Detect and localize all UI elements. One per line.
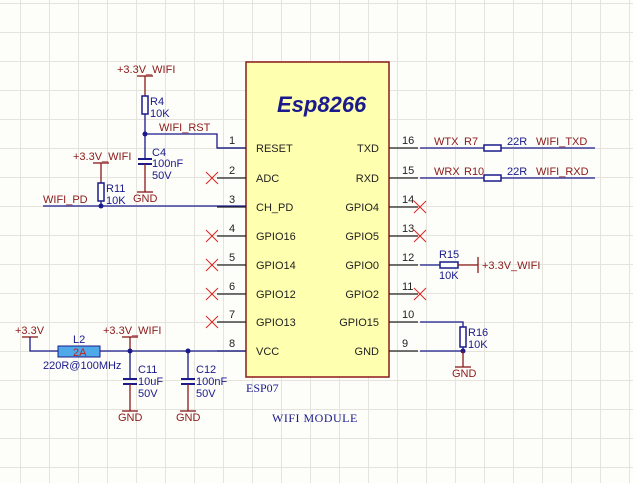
- gnd-label: GND: [452, 368, 477, 380]
- net-wrx: WRX: [434, 166, 460, 178]
- pin-name: GPIO12: [256, 289, 296, 301]
- l2-value: 220R@100MHz: [43, 360, 121, 372]
- power-label: +3.3V_WIFI: [103, 325, 161, 337]
- pin-name: VCC: [256, 346, 279, 358]
- r4-value: 10K: [150, 108, 170, 120]
- pin-number: 12: [402, 252, 414, 264]
- r7-value: 22R: [507, 136, 527, 148]
- pin-name: GPIO0: [345, 260, 379, 272]
- pin-number: 4: [229, 223, 235, 235]
- gnd-label: GND: [176, 412, 201, 424]
- c12-voltage: 50V: [196, 388, 216, 400]
- vcc-network: +3.3V 2A L2 220R@100MHz +3.3V_WIFI GND C…: [15, 325, 246, 424]
- resistor-r11[interactable]: [97, 182, 105, 202]
- r15-value: 10K: [439, 270, 459, 282]
- c12-ref: C12: [196, 364, 216, 376]
- pin-name: RXD: [356, 173, 379, 185]
- l2-ref: L2: [73, 334, 85, 346]
- power-label: +3.3V_WIFI: [482, 260, 540, 272]
- pin-name: GPIO16: [256, 231, 296, 243]
- reset-network: +3.3V_WIFI R4 10K WIFI_RST GND C4 100nF …: [117, 64, 246, 205]
- pin-number: 1: [229, 135, 235, 147]
- r15-ref: R15: [439, 249, 459, 261]
- l2-rating: 2A: [73, 347, 87, 359]
- gnd-label: GND: [118, 412, 143, 424]
- r16-value: 10K: [468, 339, 488, 351]
- power-label-3v3: +3.3V: [15, 325, 45, 337]
- schematic: Esp8266 ESP07 WIFI MODULE 1 RESET 2 ADC 3 CH_…: [15, 61, 595, 425]
- r7-ref: R7: [464, 136, 478, 148]
- pin-number: 14: [402, 194, 414, 206]
- pin-number: 7: [229, 309, 235, 321]
- pin-number: 10: [402, 309, 414, 321]
- r11-value: 10K: [106, 195, 126, 207]
- pin-name: GPIO13: [256, 317, 296, 329]
- c4-value: 100nF: [152, 158, 183, 170]
- resistor-r4[interactable]: [141, 95, 149, 115]
- pin-number: 11: [402, 281, 413, 293]
- pin-number: 3: [229, 194, 235, 206]
- pin-number: 9: [402, 338, 408, 350]
- pin-number: 2: [229, 165, 235, 177]
- pin-name: GPIO14: [256, 260, 296, 272]
- pin-number: 6: [229, 281, 235, 293]
- resistor-r16[interactable]: [459, 326, 467, 348]
- resistor-r7[interactable]: [483, 144, 502, 152]
- c11-value: 10uF: [138, 376, 163, 388]
- r10-ref: R10: [464, 166, 484, 178]
- chip-part: ESP07: [246, 381, 279, 395]
- resistor-r10[interactable]: [483, 174, 502, 182]
- pin-name: GPIO15: [339, 317, 379, 329]
- net-wifi-rxd: WIFI_RXD: [536, 166, 589, 178]
- r4-ref: R4: [150, 96, 164, 108]
- net-wifi-txd: WIFI_TXD: [536, 136, 587, 148]
- r11-ref: R11: [106, 183, 125, 195]
- pin-name: GPIO4: [345, 202, 379, 214]
- pin-name: GPIO5: [345, 231, 379, 243]
- power-label: +3.3V_WIFI: [117, 64, 175, 76]
- pin-number: 8: [229, 338, 235, 350]
- pin-number: 13: [402, 223, 414, 235]
- c12-value: 100nF: [196, 376, 227, 388]
- c4-voltage: 50V: [152, 170, 172, 182]
- pin-number: 5: [229, 252, 235, 264]
- pin-name: RESET: [256, 143, 293, 155]
- c11-ref: C11: [138, 364, 157, 376]
- pin-name: ADC: [256, 173, 279, 185]
- pin-name: TXD: [357, 143, 379, 155]
- net-wifi-rst: WIFI_RST: [159, 122, 211, 134]
- r16-ref: R16: [468, 327, 488, 339]
- chip-name: Esp8266: [277, 92, 367, 117]
- gnd-label: GND: [133, 193, 158, 205]
- net-wifi-pd: WIFI_PD: [43, 194, 88, 206]
- r10-value: 22R: [507, 166, 527, 178]
- pin-number: 15: [402, 165, 414, 177]
- pin-name: GND: [355, 346, 380, 358]
- pin-name: CH_PD: [256, 202, 293, 214]
- uart-network: WTX R7 22R WIFI_TXD WRX R10 22R WIFI_RXD…: [420, 136, 595, 380]
- c11-voltage: 50V: [138, 388, 158, 400]
- power-label: +3.3V_WIFI: [73, 151, 131, 163]
- net-wtx: WTX: [434, 136, 459, 148]
- resistor-r15[interactable]: [439, 261, 459, 269]
- module-title: WIFI MODULE: [272, 411, 358, 425]
- pin-name: GPIO2: [345, 289, 379, 301]
- pin-number: 16: [402, 135, 414, 147]
